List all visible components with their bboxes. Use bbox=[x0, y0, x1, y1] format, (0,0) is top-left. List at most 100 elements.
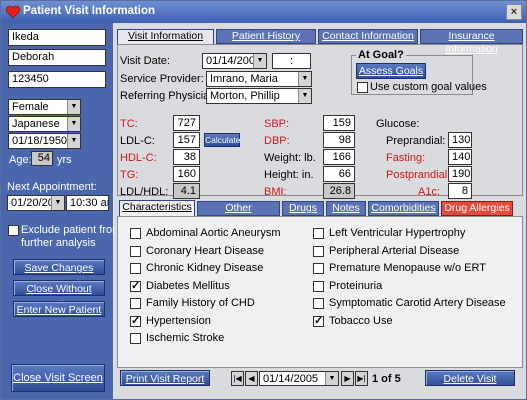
postprandial-field[interactable]: 190 bbox=[448, 166, 472, 182]
chevron-down-icon: ▼ bbox=[298, 89, 311, 103]
characteristic-checkbox[interactable] bbox=[130, 279, 141, 292]
characteristic-checkbox[interactable] bbox=[130, 228, 141, 239]
chevron-down-icon: ▼ bbox=[67, 100, 80, 114]
bmi-label: BMI: bbox=[264, 186, 287, 198]
characteristic-checkbox[interactable] bbox=[130, 314, 141, 327]
tab-other-parameters[interactable]: Other Parameters bbox=[197, 201, 280, 227]
characteristic-label: Ischemic Stroke bbox=[146, 332, 225, 344]
previous-record-icon[interactable]: ◀ bbox=[245, 371, 258, 386]
visit-date-select[interactable]: 01/14/2005 ▼ bbox=[202, 53, 267, 69]
chevron-down-icon: ▼ bbox=[67, 117, 80, 131]
characteristic-checkbox[interactable] bbox=[313, 314, 324, 327]
referring-physician-select[interactable]: Morton, Phillip ▼ bbox=[206, 88, 312, 104]
gender-value: Female bbox=[12, 101, 49, 113]
characteristic-checkbox[interactable] bbox=[313, 280, 324, 292]
ldl-field[interactable]: 157 bbox=[173, 132, 200, 148]
ethnicity-select[interactable]: Japanese ▼ bbox=[8, 116, 81, 132]
at-goal-group: At Goal? Assess Goals Use custom goal va… bbox=[351, 49, 487, 95]
hdl-field[interactable]: 38 bbox=[173, 149, 200, 165]
characteristic-label: Left Ventricular Hypertrophy bbox=[329, 227, 466, 239]
tab-characteristics[interactable]: Characteristics bbox=[119, 200, 195, 217]
patient-id-field[interactable]: 123450 bbox=[8, 71, 106, 88]
close-icon[interactable]: × bbox=[506, 4, 522, 20]
tab-contact-information[interactable]: Contact Information bbox=[318, 29, 418, 44]
dbp-field[interactable]: 98 bbox=[323, 132, 355, 148]
tab-comorbidities[interactable]: Comorbidities bbox=[368, 201, 439, 216]
ldlhdl-field: 4.1 bbox=[173, 183, 200, 199]
characteristic-checkbox[interactable] bbox=[130, 263, 141, 274]
visit-nav-date-value: 01/14/2005 bbox=[263, 373, 319, 385]
weight-label: Weight: lb. bbox=[264, 152, 316, 164]
print-visit-report-button[interactable]: Print Visit Report bbox=[120, 370, 210, 386]
exclude-label-line1: Exclude patient from bbox=[21, 224, 122, 236]
chevron-down-icon: ▼ bbox=[298, 72, 311, 86]
characteristic-label: Family History of CHD bbox=[146, 297, 255, 309]
characteristic-label: Abdominal Aortic Aneurysm bbox=[146, 227, 281, 239]
ethnicity-value: Japanese bbox=[12, 118, 60, 130]
characteristic-checkbox[interactable] bbox=[313, 263, 324, 274]
tab-notes[interactable]: Notes bbox=[326, 201, 366, 216]
close-without-saving-button[interactable]: Close Without Saving bbox=[13, 280, 105, 311]
next-appt-time-field[interactable]: 10:30 am bbox=[66, 195, 109, 211]
characteristic-checkbox[interactable] bbox=[313, 228, 324, 239]
delete-visit-button[interactable]: Delete Visit bbox=[425, 370, 515, 386]
chevron-down-icon: ▼ bbox=[67, 134, 80, 148]
tc-field[interactable]: 727 bbox=[173, 115, 200, 131]
tab-insurance-information[interactable]: Insurance Information bbox=[420, 29, 523, 55]
characteristic-checkbox[interactable] bbox=[130, 333, 141, 344]
visit-nav-date-select[interactable]: 01/14/2005 ▼ bbox=[259, 371, 339, 386]
enter-new-patient-button[interactable]: Enter New Patient bbox=[13, 301, 105, 317]
last-name-field[interactable]: Ikeda bbox=[8, 29, 106, 46]
characteristic-label: Peripheral Arterial Disease bbox=[329, 244, 460, 257]
characteristic-checkbox[interactable] bbox=[313, 245, 324, 257]
characteristic-label: Premature Menopause w/o ERT bbox=[329, 262, 486, 274]
record-count: 1 of 5 bbox=[372, 373, 401, 385]
weight-field[interactable]: 166 bbox=[323, 149, 355, 165]
patient-sidebar: Ikeda Deborah 123450 Female ▼ Japanese ▼… bbox=[1, 23, 121, 399]
next-appt-date-select[interactable]: 01/20/2005 ▼ bbox=[7, 195, 65, 211]
characteristic-label: Coronary Heart Disease bbox=[146, 244, 264, 257]
dob-select[interactable]: 01/18/1950 ▼ bbox=[8, 133, 81, 149]
title-bar: Patient Visit Information × bbox=[1, 1, 526, 23]
characteristic-checkbox[interactable] bbox=[130, 245, 141, 257]
characteristic-checkbox[interactable] bbox=[313, 298, 324, 309]
visit-time-field[interactable]: : bbox=[272, 53, 311, 69]
characteristic-label: Chronic Kidney Disease bbox=[146, 262, 264, 274]
save-changes-button[interactable]: Save Changes bbox=[13, 259, 105, 275]
chevron-down-icon: ▼ bbox=[51, 196, 64, 210]
preprandial-label: Preprandial: bbox=[386, 135, 446, 147]
calculate-button[interactable]: Calculate bbox=[204, 133, 240, 147]
sbp-field[interactable]: 159 bbox=[323, 115, 355, 131]
tg-label: TG: bbox=[120, 169, 139, 181]
next-appointment-label: Next Appointment: bbox=[7, 181, 97, 193]
custom-goal-label: Use custom goal values bbox=[370, 81, 487, 93]
service-provider-select[interactable]: Imrano, Maria ▼ bbox=[206, 71, 312, 87]
last-record-icon[interactable]: ▶| bbox=[355, 371, 368, 386]
a1c-field[interactable]: 8 bbox=[448, 183, 472, 199]
a1c-label: A1c: bbox=[418, 186, 441, 198]
heart-icon bbox=[5, 5, 21, 19]
characteristic-checkbox[interactable] bbox=[130, 298, 141, 309]
custom-goal-checkbox[interactable] bbox=[357, 82, 368, 93]
characteristic-label: Proteinuria bbox=[329, 279, 383, 292]
ldl-label: LDL-C: bbox=[120, 135, 155, 147]
height-field[interactable]: 66 bbox=[323, 166, 355, 182]
tab-drug-allergies[interactable]: Drug Allergies bbox=[441, 201, 513, 216]
tg-field[interactable]: 160 bbox=[173, 166, 200, 182]
next-record-icon[interactable]: ▶ bbox=[341, 371, 354, 386]
tab-visit-information[interactable]: Visit Information bbox=[117, 29, 214, 45]
exclude-label-line2: further analysis bbox=[21, 237, 96, 249]
tab-patient-history[interactable]: Patient History bbox=[216, 29, 316, 44]
assess-goals-button[interactable]: Assess Goals bbox=[356, 63, 426, 79]
age-label: Age: bbox=[9, 154, 32, 166]
exclude-patient-checkbox[interactable] bbox=[8, 225, 19, 236]
first-name-field[interactable]: Deborah bbox=[8, 49, 106, 66]
first-record-icon[interactable]: |◀ bbox=[231, 371, 244, 386]
fasting-field[interactable]: 140 bbox=[448, 149, 472, 165]
age-field: 54 bbox=[31, 151, 53, 166]
preprandial-field[interactable]: 130 bbox=[448, 132, 472, 148]
close-visit-screen-button[interactable]: Close Visit Screen bbox=[11, 364, 105, 392]
bmi-field: 26.8 bbox=[323, 183, 355, 199]
tab-drugs[interactable]: Drugs bbox=[282, 201, 324, 216]
gender-select[interactable]: Female ▼ bbox=[8, 99, 81, 115]
